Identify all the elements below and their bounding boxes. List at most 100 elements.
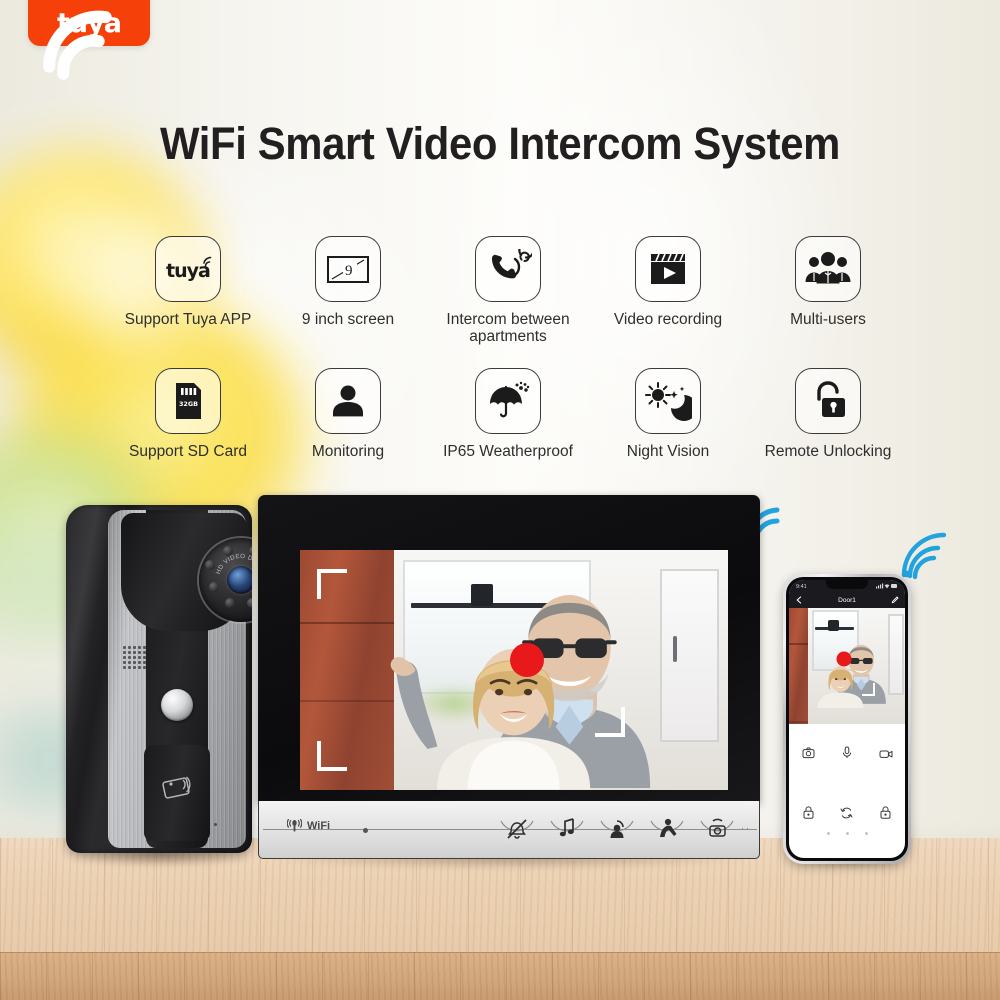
phone-home-indicators bbox=[789, 824, 905, 842]
phone-nav-bar: Door1 bbox=[789, 593, 905, 608]
feature-label: Multi-users bbox=[790, 311, 866, 328]
page-title: WiFi Smart Video Intercom System bbox=[159, 118, 841, 169]
screen-diagonal-icon: 9 bbox=[315, 236, 381, 302]
video-record-icon[interactable] bbox=[879, 746, 893, 764]
talk-intercom-icon bbox=[660, 818, 677, 837]
wifi-signal-icon bbox=[43, 10, 112, 80]
feature-label: Night Vision bbox=[626, 443, 710, 460]
monitor-touch-keys bbox=[497, 809, 737, 849]
call-button[interactable] bbox=[161, 689, 193, 721]
feature-multi-users: Multi-users bbox=[748, 236, 908, 368]
rec-dot bbox=[509, 643, 544, 678]
screen-size-value: 9 bbox=[345, 263, 353, 279]
monitor-key-mute[interactable] bbox=[497, 809, 537, 849]
home-dot bbox=[826, 831, 830, 835]
monitor-bezel bbox=[258, 495, 760, 803]
group-users-icon bbox=[795, 236, 861, 302]
video-feed bbox=[300, 550, 728, 790]
feature-list: tuya Support Tuya APP 9 9 inch screen In… bbox=[108, 236, 908, 486]
feature-intercom-between-apartments: Intercom between apartments bbox=[428, 236, 588, 368]
phone-video-feed[interactable] bbox=[789, 608, 905, 724]
phone-screen[interactable]: 9:41 Door1 bbox=[789, 580, 905, 858]
monitor-wifi-indicator: WiFi bbox=[287, 819, 330, 833]
status-led bbox=[363, 828, 368, 833]
feature-night-vision: Night Vision bbox=[588, 368, 748, 486]
feature-row-1: tuya Support Tuya APP 9 9 inch screen In… bbox=[108, 236, 908, 368]
tuya-logo-icon: tuya bbox=[155, 236, 221, 302]
ir-camera-icon: HD VIDEO DOOR PHONE bbox=[199, 538, 252, 622]
status-time: 9:41 bbox=[796, 583, 807, 590]
person-arm bbox=[390, 657, 438, 750]
camera-lens bbox=[227, 566, 252, 594]
monitor-camera-icon bbox=[709, 818, 726, 837]
mobile-app: 9:41 Door1 bbox=[783, 574, 911, 868]
monitor-key-ringtone[interactable] bbox=[547, 809, 587, 849]
mute-bell-off-icon bbox=[507, 819, 527, 839]
monitor-key-unlock[interactable] bbox=[597, 809, 637, 849]
person-silhouette-icon bbox=[315, 368, 381, 434]
control-bar-dots: ·· bbox=[741, 823, 751, 833]
feature-row-2: 32GB Support SD Card Monitoring IP65 Wea… bbox=[108, 368, 908, 486]
feature-video-recording: Video recording bbox=[588, 236, 748, 368]
feature-9-inch-screen: 9 9 inch screen bbox=[268, 236, 428, 368]
rfid-card-reader-icon[interactable] bbox=[158, 771, 198, 805]
open-padlock-icon bbox=[795, 368, 861, 434]
phone-ring-icon bbox=[475, 236, 541, 302]
doorbell-housing: HD VIDEO DOOR PHONE bbox=[66, 505, 252, 853]
edit-pencil-icon[interactable] bbox=[891, 596, 899, 606]
music-note-icon bbox=[559, 818, 574, 837]
rfid-panel bbox=[144, 745, 210, 841]
feature-label: 9 inch screen bbox=[301, 311, 395, 328]
phone-nav-title: Door1 bbox=[838, 597, 856, 604]
sd-card-icon: 32GB bbox=[155, 368, 221, 434]
product-banner: tuya WiFi Smart Video Intercom System tu… bbox=[0, 0, 1000, 1000]
phone-notch bbox=[826, 580, 868, 589]
feature-label: Video recording bbox=[613, 311, 723, 328]
focus-bracket-top-left bbox=[317, 569, 348, 600]
sd-capacity-value: 32GB bbox=[179, 400, 198, 408]
snapshot-camera-icon[interactable] bbox=[802, 746, 815, 764]
monitor-key-monitor[interactable] bbox=[697, 809, 737, 849]
monitor-wifi-label: WiFi bbox=[307, 820, 331, 832]
feature-label: Intercom between apartments bbox=[446, 311, 570, 346]
phone-control-panel bbox=[789, 724, 905, 842]
feature-ip65-weatherproof: IP65 Weatherproof bbox=[428, 368, 588, 486]
umbrella-rain-icon bbox=[475, 368, 541, 434]
home-dot bbox=[864, 831, 868, 835]
clapperboard-play-icon bbox=[635, 236, 701, 302]
microphone-pinhole bbox=[214, 823, 217, 826]
feature-label: Remote Unlocking bbox=[764, 443, 892, 460]
back-arrow-icon[interactable] bbox=[795, 595, 803, 606]
feature-label: IP65 Weatherproof bbox=[443, 443, 573, 460]
phone-frame: 9:41 Door1 bbox=[783, 574, 911, 864]
speaker-grille-icon bbox=[122, 645, 146, 671]
feature-label: Support SD Card bbox=[128, 443, 248, 460]
feature-label: Monitoring bbox=[311, 443, 385, 460]
feature-support-tuya-app: tuya Support Tuya APP bbox=[108, 236, 268, 368]
focus-bracket-phone bbox=[861, 683, 875, 697]
monitor-key-talk[interactable] bbox=[647, 809, 687, 849]
feature-support-sd-card: 32GB Support SD Card bbox=[108, 368, 268, 486]
lock-icon[interactable] bbox=[880, 806, 891, 824]
tuya-logo-badge: tuya bbox=[28, 0, 150, 80]
unlock-person-icon bbox=[610, 820, 624, 838]
status-icons bbox=[876, 583, 898, 591]
focus-bracket-bottom-right bbox=[595, 707, 626, 738]
wooden-table-edge bbox=[0, 952, 1000, 1000]
antenna-icon bbox=[287, 819, 302, 832]
outdoor-door-station: HD VIDEO DOOR PHONE bbox=[66, 505, 252, 867]
feature-label: Support Tuya APP bbox=[124, 311, 252, 328]
home-dot bbox=[845, 831, 849, 835]
feature-remote-unlocking: Remote Unlocking bbox=[748, 368, 908, 486]
microphone-icon[interactable] bbox=[842, 746, 852, 764]
monitor-screen[interactable] bbox=[300, 550, 728, 790]
sun-moon-icon bbox=[635, 368, 701, 434]
switch-refresh-icon[interactable] bbox=[840, 806, 853, 824]
scene-right-door bbox=[659, 569, 720, 742]
lock-icon[interactable] bbox=[803, 806, 814, 824]
indoor-monitor: WiFi ·· bbox=[258, 495, 760, 870]
feature-monitoring: Monitoring bbox=[268, 368, 428, 486]
doorbell-camera-zone: HD VIDEO DOOR PHONE bbox=[121, 513, 252, 631]
monitor-control-bar: WiFi ·· bbox=[258, 801, 760, 859]
rec-dot-phone bbox=[836, 651, 852, 667]
